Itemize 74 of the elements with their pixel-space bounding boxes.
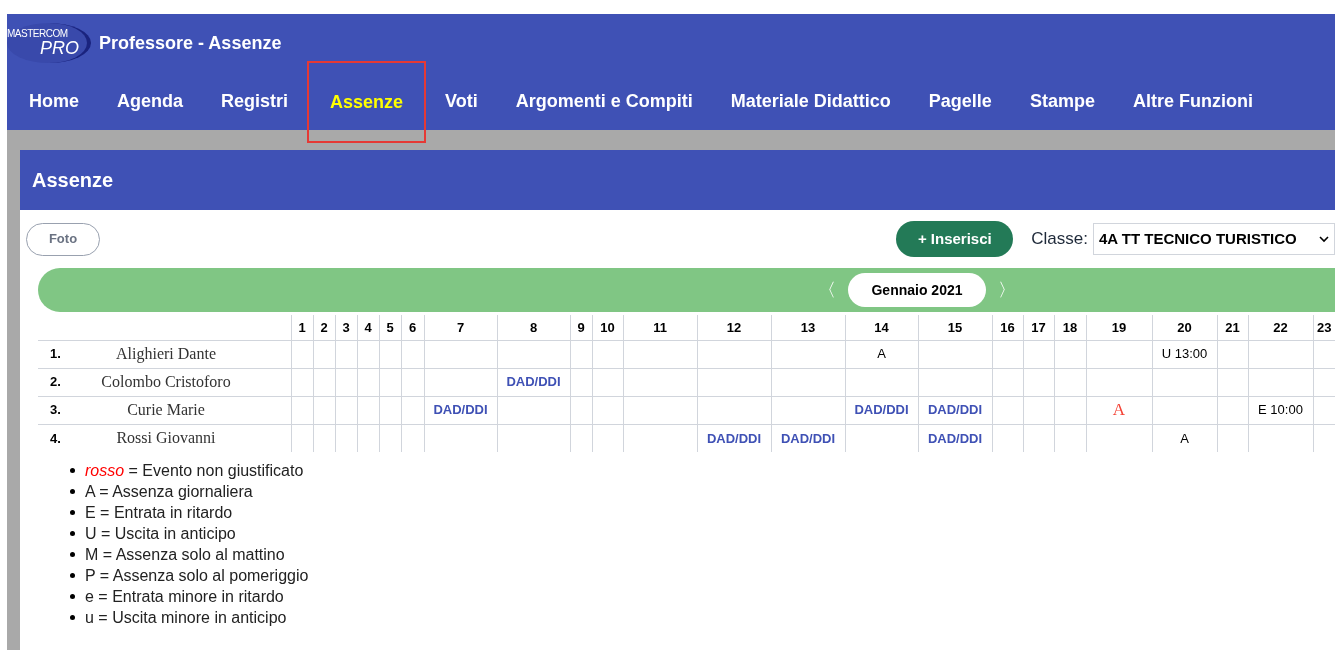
row-number: 3. (49, 401, 62, 420)
column-header: 16 (992, 315, 1023, 340)
table-cell: A (1152, 424, 1217, 452)
column-header: 6 (401, 315, 424, 340)
bullet-icon (70, 489, 75, 494)
column-header: 21 (1217, 315, 1248, 340)
chevron-down-icon (1319, 235, 1329, 243)
nav-tab[interactable]: Pagelle (909, 72, 1011, 130)
table-cell: DAD/DDI (497, 368, 570, 396)
column-header: 5 (379, 315, 401, 340)
legend-text: P = Assenza solo al pomeriggio (85, 565, 309, 586)
table-cell: DAD/DDI (697, 424, 771, 452)
legend-text: A = Assenza giornaliera (85, 481, 253, 502)
bullet-icon (70, 531, 75, 536)
logo-text: MASTERCOM (7, 29, 69, 39)
nav-tab[interactable]: Argomenti e Compiti (496, 72, 712, 130)
legend-text: U = Uscita in anticipo (85, 523, 236, 544)
bullet-icon (70, 510, 75, 515)
table-cell: DAD/DDI (918, 396, 992, 424)
row-number: 2. (49, 373, 62, 392)
table-cell: E 10:00 (1248, 396, 1313, 424)
column-header: 2 (313, 315, 335, 340)
table-cell: DAD/DDI (771, 424, 845, 452)
nav-tab[interactable]: Agenda (98, 72, 203, 130)
column-header: 19 (1086, 315, 1152, 340)
column-header: 20 (1152, 315, 1217, 340)
table-cell: DAD/DDI (845, 396, 918, 424)
bullet-icon (70, 468, 75, 473)
column-header: 7 (424, 315, 497, 340)
window-title: Professore - Assenze (99, 31, 282, 55)
bullet-icon (70, 615, 75, 620)
nav-tab[interactable]: Home (10, 72, 98, 130)
column-header: 8 (497, 315, 570, 340)
nav-tab[interactable]: Voti (426, 72, 497, 130)
table-cell: DAD/DDI (424, 396, 497, 424)
column-header: 23 (1313, 315, 1335, 340)
column-header: 14 (845, 315, 918, 340)
legend-text: rosso = Evento non giustificato (85, 460, 304, 481)
bullet-icon (70, 594, 75, 599)
nav-tab[interactable]: Materiale Didattico (711, 72, 910, 130)
panel-title: Assenze (32, 168, 114, 193)
class-label: Classe: (1031, 228, 1088, 251)
add-button[interactable]: + Inserisci (896, 221, 1014, 257)
nav-tab[interactable]: Altre Funzioni (1113, 72, 1272, 130)
column-header: 18 (1054, 315, 1086, 340)
column-header: 3 (335, 315, 357, 340)
month-label: Gennaio 2021 (848, 273, 986, 307)
column-header: 12 (697, 315, 771, 340)
legend-text: e = Entrata minore in ritardo (85, 586, 284, 607)
class-select[interactable]: 4A TT TECNICO TURISTICO (1093, 223, 1335, 255)
table-cell: U 13:00 (1152, 340, 1217, 368)
column-header: 17 (1023, 315, 1054, 340)
legend-text: M = Assenza solo al mattino (85, 544, 285, 565)
bullet-icon (70, 573, 75, 578)
nav-tab[interactable]: Assenze (307, 61, 427, 143)
legend-text: E = Entrata in ritardo (85, 502, 233, 523)
row-number: 4. (49, 429, 62, 448)
column-header: 15 (918, 315, 992, 340)
bullet-icon (70, 552, 75, 557)
column-header: 10 (592, 315, 623, 340)
nav-tab[interactable]: Stampe (1010, 72, 1114, 130)
column-header: 13 (771, 315, 845, 340)
table-cell: A (845, 340, 918, 368)
column-header: 9 (570, 315, 592, 340)
table-cell: A (1086, 396, 1152, 424)
column-header: 22 (1248, 315, 1313, 340)
legend-text: u = Uscita minore in anticipo (85, 607, 287, 628)
logo-text: PRO (40, 39, 80, 57)
nav-tab[interactable]: Registri (202, 72, 308, 130)
row-number: 1. (49, 345, 62, 364)
column-header: 4 (357, 315, 379, 340)
column-header: 11 (623, 315, 697, 340)
table-cell: DAD/DDI (918, 424, 992, 452)
column-header: 1 (291, 315, 313, 340)
